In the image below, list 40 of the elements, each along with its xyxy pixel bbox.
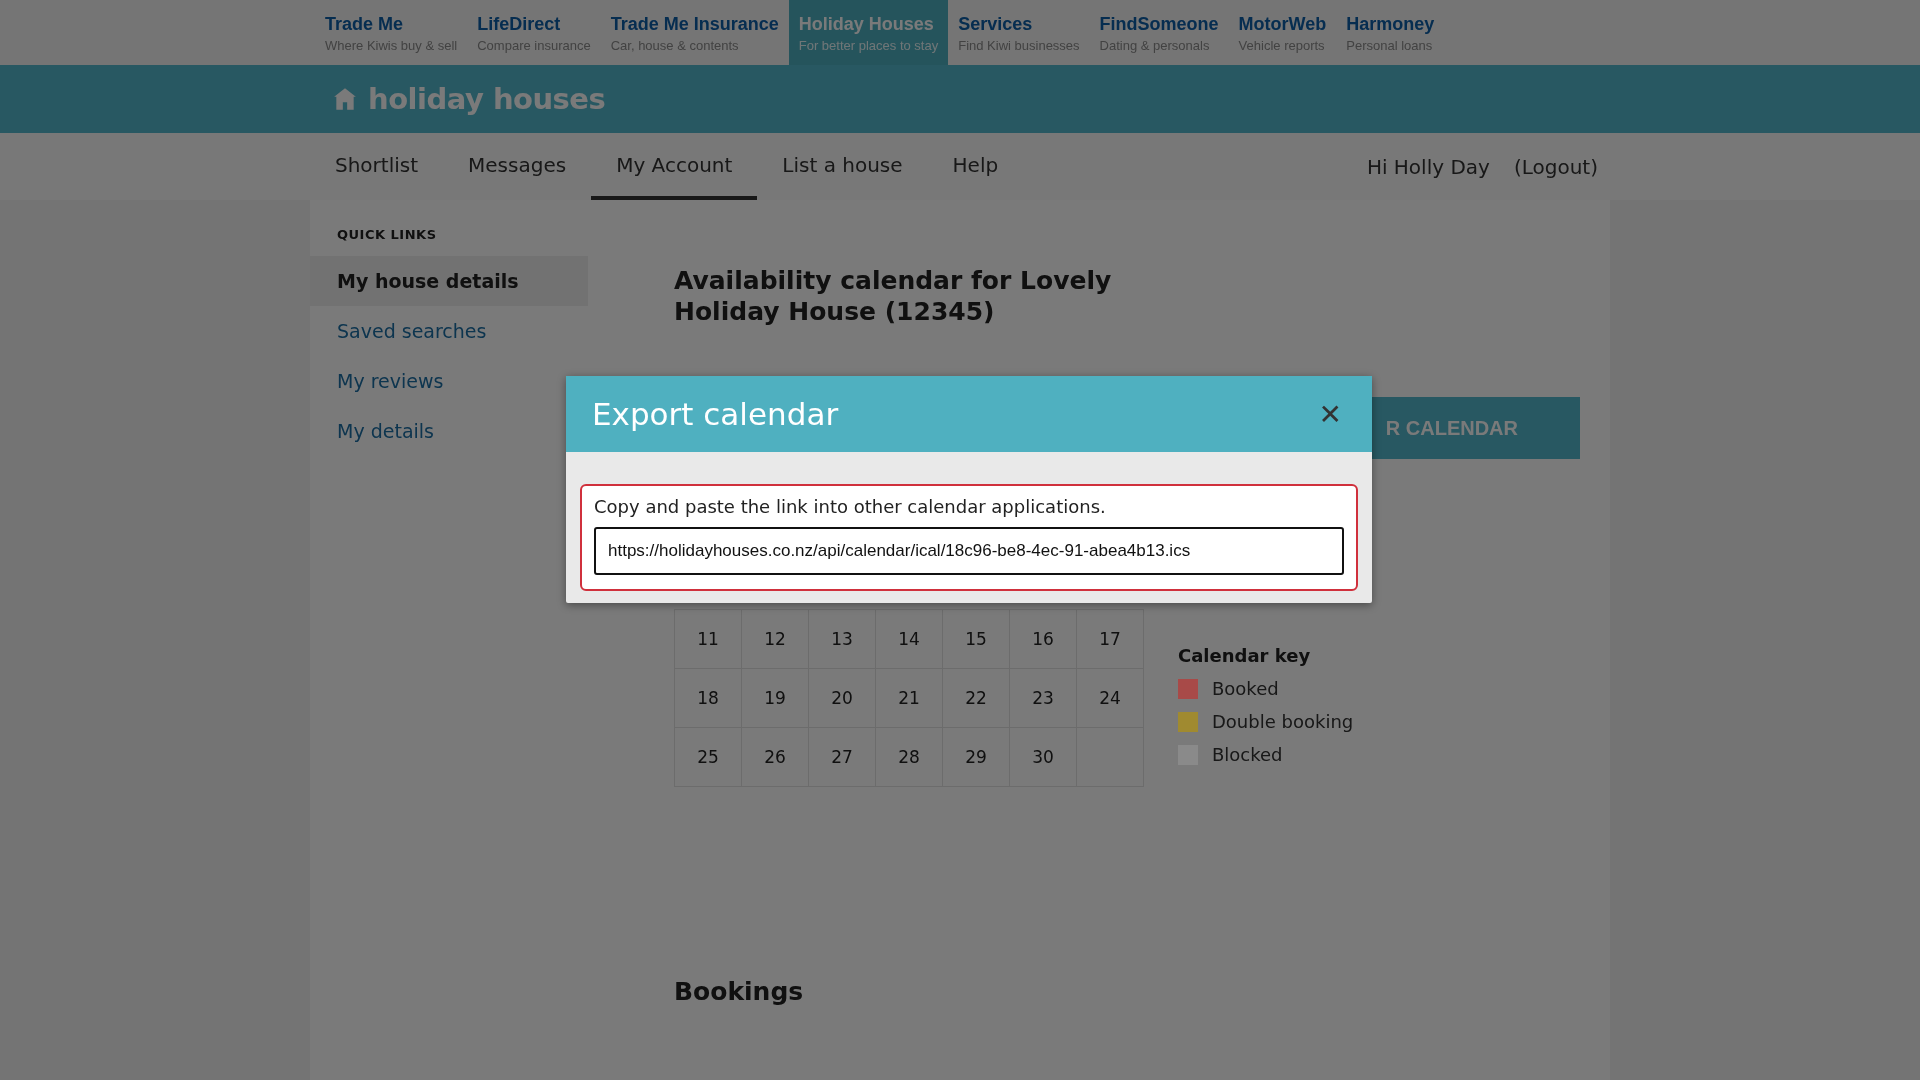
nav-tab[interactable]: Messages — [443, 133, 592, 200]
day-cell[interactable]: 18 — [674, 668, 742, 728]
day-cell[interactable]: 30 — [1009, 727, 1077, 787]
day-cell[interactable]: 22 — [942, 668, 1010, 728]
sidebar-link[interactable]: Saved searches — [310, 306, 588, 356]
greeting-text: Hi Holly Day — [1365, 153, 1491, 181]
dialog-title: Export calendar — [592, 396, 839, 432]
day-cell[interactable]: 17 — [1076, 609, 1144, 669]
page-title: Availability calendar for Lovely Holiday House (12345) — [674, 265, 1113, 327]
logout-link[interactable]: (Logout) — [1501, 133, 1610, 200]
day-cell[interactable]: 15 — [942, 609, 1010, 669]
house-icon — [332, 86, 358, 112]
sidebar-heading: QUICK LINKS — [336, 227, 438, 242]
close-button[interactable]: ✕ — [1314, 397, 1346, 431]
day-cell[interactable]: 11 — [674, 609, 742, 669]
day-cell[interactable]: 14 — [875, 609, 943, 669]
day-cell[interactable]: 29 — [942, 727, 1010, 787]
key-title: Calendar key — [1178, 645, 1312, 666]
day-cell[interactable]: 13 — [808, 609, 876, 669]
day-cell[interactable]: 19 — [741, 668, 809, 728]
day-cell[interactable]: 25 — [674, 727, 742, 787]
nav-tab[interactable]: Shortlist — [310, 133, 444, 200]
instruction-text: Copy and paste the link into other calendar applications. — [594, 496, 1107, 517]
day-cell[interactable]: 20 — [808, 668, 876, 728]
day-cell[interactable]: 27 — [808, 727, 876, 787]
day-cell[interactable]: 28 — [875, 727, 943, 787]
link-field[interactable]: https://holidayhouses.co.nz/api/calendar/ical/18c96-be8-4ec-91-abea4b13.ics — [594, 527, 1344, 575]
day-cell[interactable]: 16 — [1009, 609, 1077, 669]
key-label: Booked — [1212, 678, 1279, 699]
section-heading: Bookings — [674, 977, 805, 1006]
day-cell[interactable]: 12 — [741, 609, 809, 669]
nav-tab[interactable]: Help — [927, 133, 1024, 200]
key-label: Blocked — [1212, 744, 1283, 765]
day-cell[interactable]: 26 — [741, 727, 809, 787]
nav-tab[interactable]: List a house — [757, 133, 928, 200]
day-cell[interactable]: 21 — [875, 668, 943, 728]
day-cell[interactable]: 23 — [1009, 668, 1077, 728]
sidebar-link[interactable]: My house details — [310, 256, 588, 306]
key-label: Double booking — [1212, 711, 1354, 732]
day-cell[interactable]: 24 — [1076, 668, 1144, 728]
